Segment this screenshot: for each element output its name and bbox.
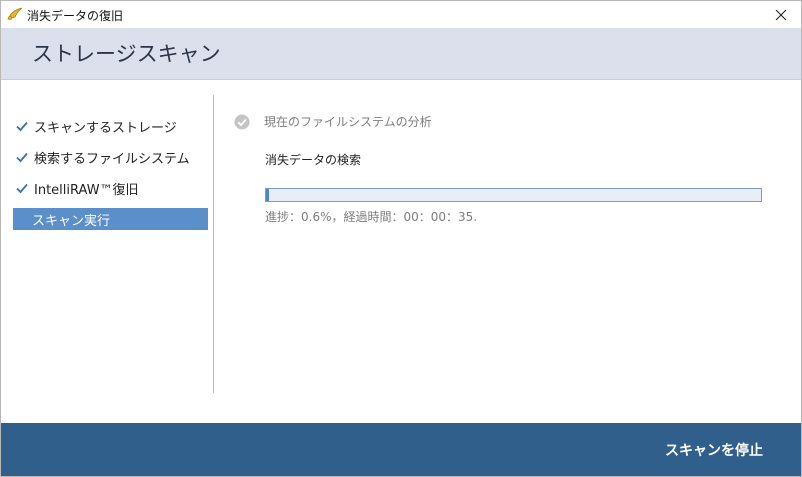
progress-status-text: 進捗：0.6%，経過時間：00：00：35. [265, 210, 478, 224]
completed-check-icon [234, 114, 250, 129]
close-icon [775, 9, 787, 20]
step-label: IntelliRAW™復旧 [34, 182, 139, 198]
scan-progress-bar [265, 188, 762, 202]
page-header: ストレージスキャン [1, 28, 801, 80]
checkmark-icon [16, 183, 28, 194]
search-label: 消失データの検索 [265, 153, 362, 167]
dialog-window: 消失データの復旧 ストレージスキャン スキャンするストレージ 検索するファイルシ… [0, 0, 802, 477]
stop-scan-button[interactable]: スキャンを停止 [665, 440, 763, 460]
window-title: 消失データの復旧 [27, 9, 124, 23]
step-label: スキャンするストレージ [34, 120, 177, 136]
title-bar: 消失データの復旧 [1, 1, 801, 28]
checkmark-icon [16, 152, 28, 163]
footer-bar: スキャンを停止 [1, 423, 801, 476]
step-storage[interactable]: スキャンするストレージ [13, 115, 208, 137]
step-run-scan[interactable]: スキャン実行 [13, 208, 208, 230]
page-title: ストレージスキャン [32, 42, 221, 66]
step-filesystem[interactable]: 検索するファイルシステム [13, 146, 208, 168]
step-label: スキャン実行 [32, 213, 111, 229]
progress-fill [266, 189, 269, 201]
checkmark-icon [16, 121, 28, 132]
wizard-steps: スキャンするストレージ 検索するファイルシステム IntelliRAW™復旧 ス… [1, 95, 213, 393]
analysis-status: 現在のファイルシステムの分析 [234, 113, 432, 130]
close-button[interactable] [761, 1, 801, 28]
analysis-label: 現在のファイルシステムの分析 [264, 115, 432, 129]
step-intelliraw[interactable]: IntelliRAW™復旧 [13, 177, 208, 199]
app-logo-icon [6, 6, 24, 22]
scan-content: 現在のファイルシステムの分析 消失データの検索 進捗：0.6%，経過時間：00：… [214, 95, 801, 393]
step-label: 検索するファイルシステム [34, 151, 190, 167]
